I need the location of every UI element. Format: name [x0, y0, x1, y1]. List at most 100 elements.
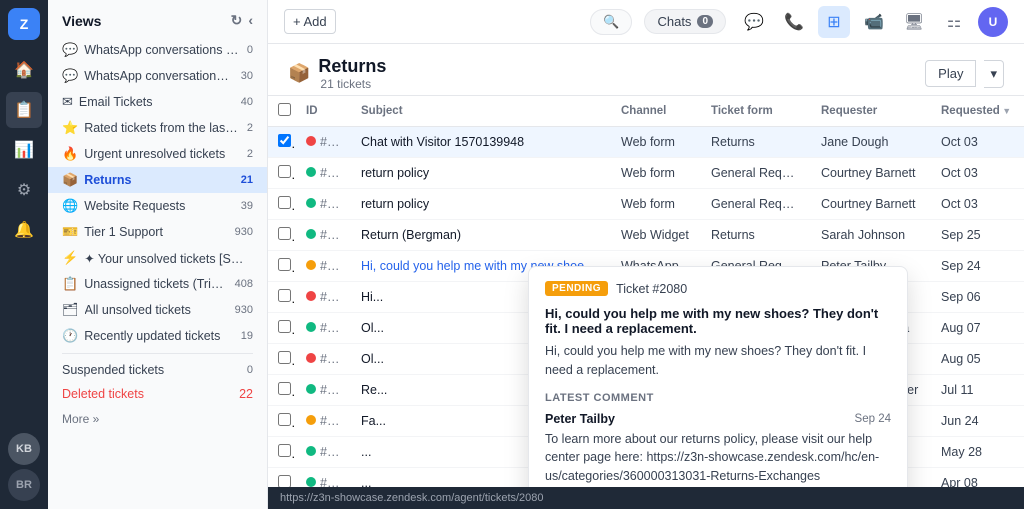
ticket-requested: May 28	[931, 437, 1021, 468]
rated-tickets-label: Rated tickets from the last 7 d...	[84, 121, 241, 135]
row-checkbox[interactable]	[278, 196, 291, 209]
user-avatar[interactable]: U	[978, 7, 1008, 37]
tickets-area: 📦 Returns 21 tickets Play ▾ ID Subject	[268, 44, 1024, 487]
view-item-your-unsolved[interactable]: ⚡ ✦ Your unsolved tickets [Skil...	[48, 245, 267, 271]
chats-count: 0	[697, 15, 713, 28]
website-requests-label: Website Requests	[84, 199, 235, 213]
returns-label: Returns	[84, 173, 235, 187]
whatsapp-unassigned-label: WhatsApp conversations - Unass...	[84, 69, 235, 83]
col-requested[interactable]: Requested	[931, 96, 1021, 127]
filter-icon: ⚡	[62, 250, 78, 266]
play-dropdown-button[interactable]: ▾	[984, 60, 1004, 88]
row-checkbox[interactable]	[278, 413, 291, 426]
ticket-requested: Aug 07	[931, 313, 1021, 344]
view-item-whatsapp-unassigned[interactable]: 💬 WhatsApp conversations - Unass... 30	[48, 63, 267, 89]
chat-icon-btn[interactable]: 💬	[738, 6, 770, 38]
tickets-subtitle: 21 tickets	[320, 77, 386, 91]
row-checkbox[interactable]	[278, 227, 291, 240]
ticket-id: #2137	[296, 158, 351, 189]
row-checkbox[interactable]	[278, 289, 291, 302]
ticket-requester: Jane Dough	[811, 127, 931, 158]
view-item-returns[interactable]: 📦 Returns 21	[48, 167, 267, 193]
table-row[interactable]: #2092 Return (Bergman) Web Widget Return…	[268, 220, 1024, 251]
view-item-suspended[interactable]: Suspended tickets 0	[48, 358, 267, 382]
grid-icon-btn[interactable]: ⊞	[818, 6, 850, 38]
nav-notifications-icon[interactable]: 🔔	[6, 212, 42, 248]
ticket-requested: Sep 25	[931, 220, 1021, 251]
star-icon: ⭐	[62, 120, 78, 136]
more-link[interactable]: More »	[48, 406, 267, 432]
view-item-all-unsolved[interactable]: 🗂 All unsolved tickets 930	[48, 297, 267, 323]
ticket-requested: Sep 24	[931, 251, 1021, 282]
search-box[interactable]: 🔍	[590, 9, 632, 35]
all-unsolved-count: 930	[235, 304, 253, 316]
row-checkbox[interactable]	[278, 134, 291, 147]
row-checkbox[interactable]	[278, 475, 291, 487]
urgent-label: Urgent unresolved tickets	[84, 147, 241, 161]
table-row[interactable]: #2138 Chat with Visitor 1570139948 Web f…	[268, 127, 1024, 158]
ticket-id: #1441	[296, 406, 351, 437]
row-checkbox[interactable]	[278, 382, 291, 395]
tooltip-ticket-ref: Ticket #2080	[616, 282, 687, 296]
chats-button[interactable]: Chats 0	[644, 9, 726, 34]
suspended-label: Suspended tickets	[62, 363, 241, 377]
br-button[interactable]: BR	[8, 469, 40, 501]
table-row[interactable]: #2132 return policy Web form General Req…	[268, 189, 1024, 220]
row-checkbox[interactable]	[278, 165, 291, 178]
nav-settings-icon[interactable]: ⚙	[6, 172, 42, 208]
nav-tickets-icon[interactable]: 📋	[6, 92, 42, 128]
table-row[interactable]: #2137 return policy Web form General Req…	[268, 158, 1024, 189]
views-title: Views	[62, 13, 101, 29]
collapse-icon[interactable]: ‹	[248, 12, 253, 29]
email-tickets-count: 40	[241, 96, 253, 108]
comment-date: Sep 24	[855, 413, 891, 425]
view-item-whatsapp-assigned[interactable]: 💬 WhatsApp conversations - Assig... 0	[48, 37, 267, 63]
views-list: 💬 WhatsApp conversations - Assig... 0 💬 …	[48, 37, 267, 509]
ticket-requested: Sep 06	[931, 282, 1021, 313]
ticket-channel: Web Widget	[611, 220, 701, 251]
view-item-rated-tickets[interactable]: ⭐ Rated tickets from the last 7 d... 2	[48, 115, 267, 141]
phone-icon-btn[interactable]: 📞	[778, 6, 810, 38]
app-sidebar: Z 🏠 📋 📊 ⚙ 🔔 KB BR	[0, 0, 48, 509]
ticket-id: #2092	[296, 220, 351, 251]
ticket-requested: Apr 08	[931, 468, 1021, 488]
ticket-id: #2132	[296, 189, 351, 220]
nav-reports-icon[interactable]: 📊	[6, 132, 42, 168]
views-panel: Views ↻ ‹ 💬 WhatsApp conversations - Ass…	[48, 0, 268, 509]
col-subject: Subject	[351, 96, 611, 127]
view-item-unassigned-triage[interactable]: 📋 Unassigned tickets (Triage) 408	[48, 271, 267, 297]
main-content: + Add 🔍 Chats 0 💬 📞 ⊞ 📹 🖥 ⚏ U 📦 Returns	[268, 0, 1024, 509]
view-item-tier1[interactable]: 🎫 Tier 1 Support 930	[48, 219, 267, 245]
tier1-label: Tier 1 Support	[84, 225, 228, 239]
play-button[interactable]: Play	[925, 60, 976, 87]
app-logo: Z	[8, 8, 40, 40]
add-button[interactable]: + Add	[284, 9, 336, 34]
deleted-count: 22	[239, 387, 253, 401]
row-checkbox[interactable]	[278, 320, 291, 333]
your-unsolved-label: ✦ Your unsolved tickets [Skil...	[84, 251, 247, 266]
tickets-title: 📦 Returns 21 tickets	[288, 56, 386, 91]
video-icon-btn[interactable]: 📹	[858, 6, 890, 38]
view-item-urgent[interactable]: 🔥 Urgent unresolved tickets 2	[48, 141, 267, 167]
row-checkbox[interactable]	[278, 444, 291, 457]
tooltip-subject: Hi, could you help me with my new shoes?…	[545, 306, 891, 336]
select-all-checkbox[interactable]	[278, 103, 291, 116]
nav-home-icon[interactable]: 🏠	[6, 52, 42, 88]
urgent-count: 2	[247, 148, 253, 160]
email-icon: ✉	[62, 94, 73, 110]
screen-icon-btn[interactable]: 🖥	[898, 6, 930, 38]
view-item-recently-updated[interactable]: 🕐 Recently updated tickets 19	[48, 323, 267, 349]
row-checkbox[interactable]	[278, 258, 291, 271]
view-item-email-tickets[interactable]: ✉ Email Tickets 40	[48, 89, 267, 115]
all-unsolved-label: All unsolved tickets	[85, 303, 229, 317]
suspended-count: 0	[247, 364, 253, 376]
refresh-icon[interactable]: ↻	[231, 12, 243, 29]
views-divider	[62, 353, 253, 354]
ticket-form: General Request	[701, 189, 811, 220]
apps-icon-btn[interactable]: ⚏	[938, 6, 970, 38]
kb-button[interactable]: KB	[8, 433, 40, 465]
row-checkbox[interactable]	[278, 351, 291, 364]
view-item-deleted[interactable]: Deleted tickets 22	[48, 382, 267, 406]
view-item-website-requests[interactable]: 🌐 Website Requests 39	[48, 193, 267, 219]
ticket-form: Returns	[701, 127, 811, 158]
